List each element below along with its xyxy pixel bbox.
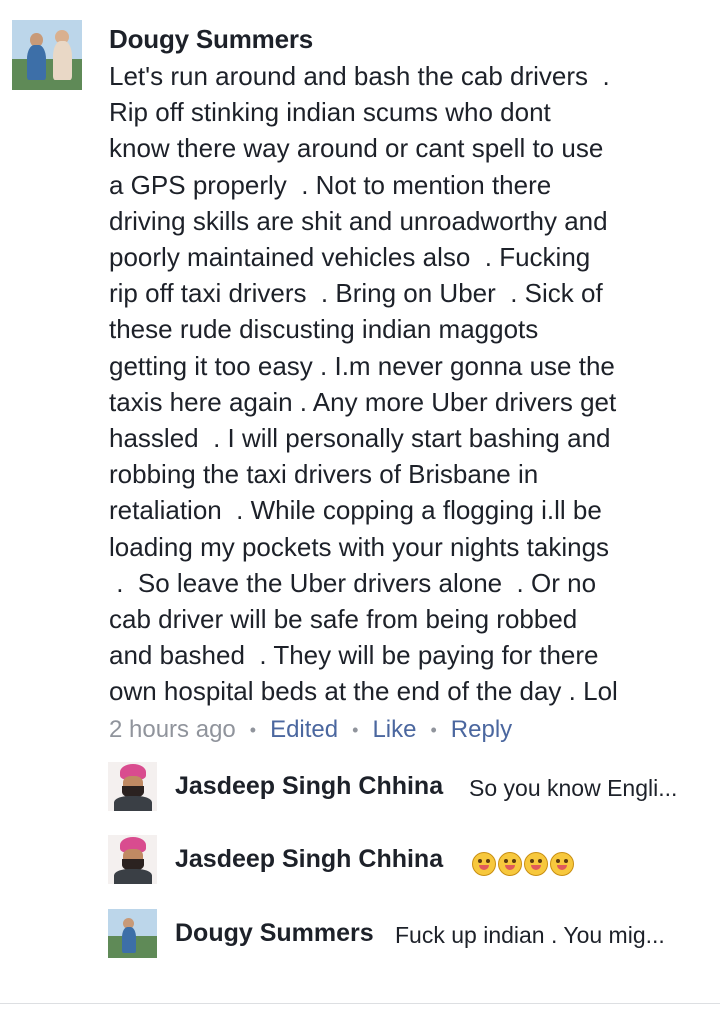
comment-line: hassled . I will personally start bashin… [109, 423, 611, 454]
tongue-out-emoji-icon [524, 851, 548, 876]
comment-line: a GPS properly . Not to mention there [109, 169, 552, 200]
comment-line: loading my pockets with your nights taki… [109, 531, 610, 562]
reply-text: Fuck up indian . You mig... [395, 922, 665, 948]
comment-line: Rip off stinking indian scums who dont [109, 97, 551, 128]
reply-avatar[interactable] [108, 762, 157, 811]
reply-button[interactable]: Reply [451, 716, 512, 743]
comment-line: getting it too easy . I.m never gonna us… [109, 350, 615, 381]
tongue-out-emoji-icon [498, 851, 522, 876]
comment-line: own hospital beds at the end of the day … [109, 676, 618, 707]
comment-line: taxis here again . Any more Uber drivers… [109, 386, 617, 417]
comment-line: robbing the taxi drivers of Brisbane in [109, 459, 539, 490]
reply-text: So you know Engli... [469, 775, 678, 801]
reply-author-name[interactable]: Jasdeep Singh Chhina [175, 845, 443, 874]
comment-line: driving skills are shit and unroadworthy… [109, 205, 608, 236]
reply-avatar[interactable] [108, 835, 157, 884]
comment-line: retaliation . While copping a flogging i… [109, 495, 602, 526]
reply-emojis [472, 849, 576, 876]
reply-author-name[interactable]: Jasdeep Singh Chhina [175, 772, 443, 801]
comment-author-name[interactable]: Dougy Summers [109, 24, 313, 55]
comment-timestamp[interactable]: 2 hours ago [109, 716, 236, 743]
reply-avatar[interactable] [108, 909, 157, 958]
separator-dot: • [249, 720, 257, 741]
comment-line: . So leave the Uber drivers alone . Or n… [109, 567, 597, 598]
like-button[interactable]: Like [372, 716, 416, 743]
reply-author-name[interactable]: Dougy Summers [175, 919, 374, 948]
divider [0, 1003, 720, 1004]
comment-line: these rude discusting indian maggots [109, 314, 539, 345]
reply-item[interactable]: Jasdeep Singh Chhina [0, 835, 720, 891]
comment-body: Let's run around and bash the cab driver… [109, 58, 709, 710]
comment-actions: 2 hours ago • Edited • Like • Reply [109, 716, 512, 744]
comment-line: poorly maintained vehicles also . Fuckin… [109, 242, 591, 273]
tongue-out-emoji-icon [472, 851, 496, 876]
comment-line: Let's run around and bash the cab driver… [109, 61, 610, 91]
author-avatar[interactable] [12, 20, 82, 90]
comment-line: rip off taxi drivers . Bring on Uber . S… [109, 278, 603, 309]
separator-dot: • [352, 720, 359, 741]
comment-line: and bashed . They will be paying for the… [109, 640, 599, 671]
reply-item[interactable]: Dougy Summers Fuck up indian . You mig..… [0, 909, 720, 965]
tongue-out-emoji-icon [550, 851, 574, 876]
comment-line: know there way around or cant spell to u… [109, 133, 604, 164]
reply-item[interactable]: Jasdeep Singh Chhina So you know Engli..… [0, 762, 720, 818]
edited-link[interactable]: Edited [270, 716, 338, 743]
comment-line: cab driver will be safe from being robbe… [109, 604, 578, 635]
separator-dot: • [430, 720, 437, 741]
